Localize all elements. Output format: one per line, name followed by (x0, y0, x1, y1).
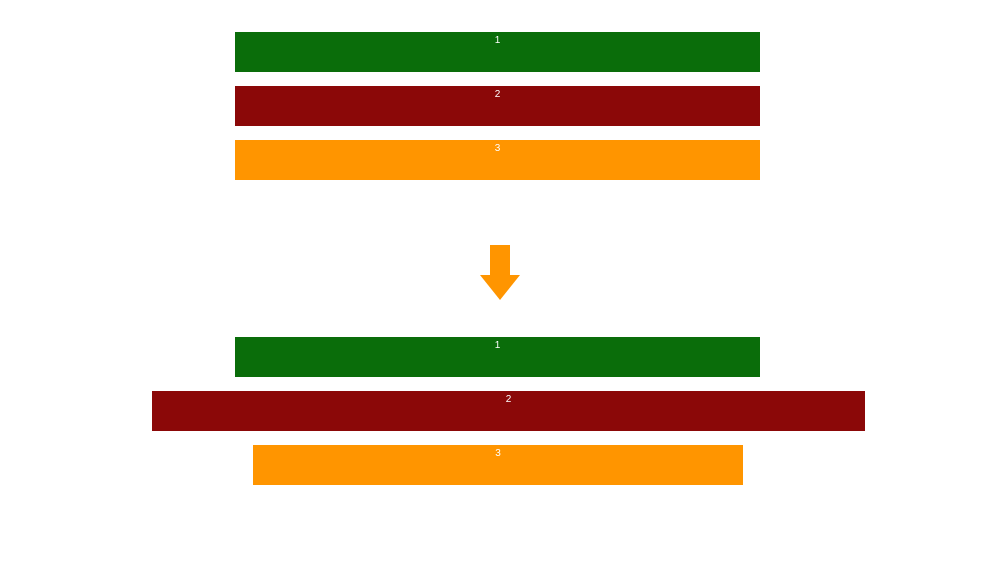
down-arrow-icon (480, 245, 520, 305)
arrow-shaft (490, 245, 510, 275)
top-bar-1-label: 1 (495, 35, 501, 46)
top-bar-1: 1 (235, 32, 760, 72)
bottom-bar-1: 1 (235, 337, 760, 377)
bottom-bar-2-label: 2 (506, 394, 512, 405)
top-bar-3-label: 3 (495, 143, 501, 154)
bottom-bar-2: 2 (152, 391, 865, 431)
top-bar-2-label: 2 (495, 89, 501, 100)
bottom-bar-3: 3 (253, 445, 743, 485)
top-bar-2: 2 (235, 86, 760, 126)
top-bar-3: 3 (235, 140, 760, 180)
arrow-head (480, 275, 520, 300)
bottom-bar-1-label: 1 (495, 340, 501, 351)
bottom-bar-3-label: 3 (495, 448, 501, 459)
